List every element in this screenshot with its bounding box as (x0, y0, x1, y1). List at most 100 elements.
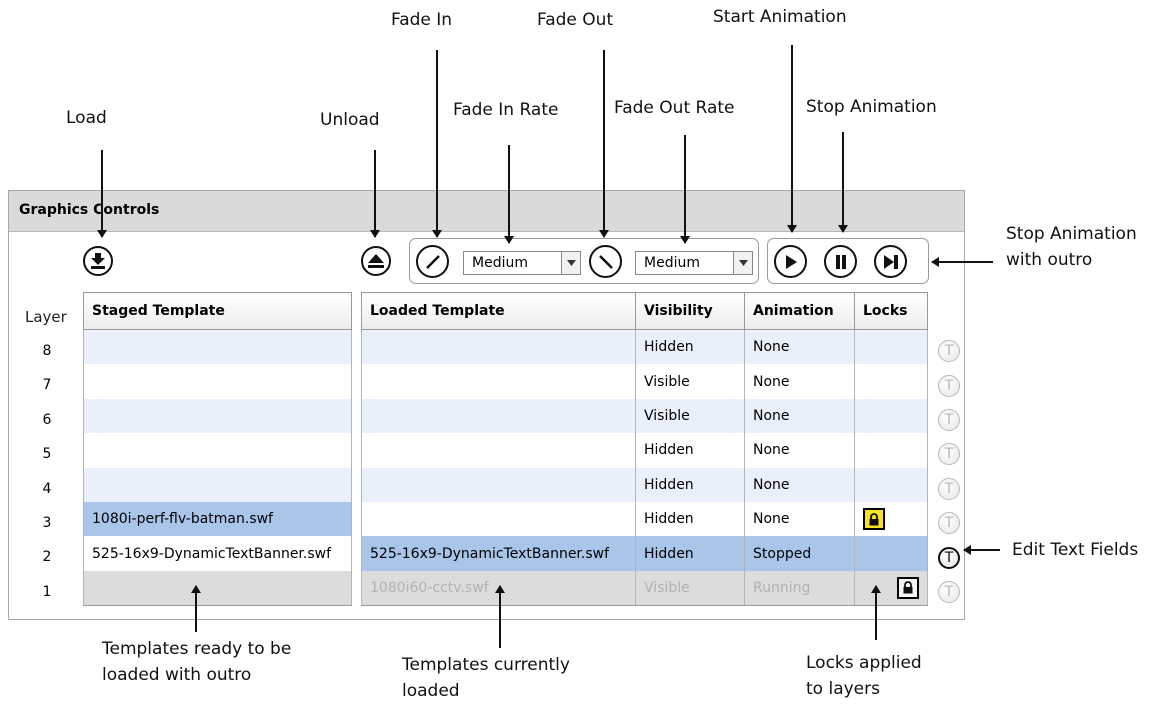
loaded-template-cell[interactable] (361, 433, 636, 468)
fade-in-icon (425, 254, 440, 269)
lock-icon[interactable] (863, 508, 885, 531)
animation-cell[interactable]: None (744, 433, 855, 468)
visibility-cell[interactable]: Visible (635, 398, 745, 434)
animation-cell[interactable]: None (744, 398, 855, 434)
staged-template-cell[interactable]: 1080i-perf-flv-batman.swf (83, 501, 352, 537)
table-row[interactable]: Hidden None (361, 329, 928, 365)
edit-text-fields-button[interactable]: T (937, 403, 961, 437)
fade-in-button[interactable] (416, 245, 449, 278)
animation-cell[interactable]: None (744, 364, 855, 399)
lock-icon[interactable] (897, 576, 919, 599)
callout-templates-loaded: Templates currently loaded (402, 652, 570, 704)
stop-animation-with-outro-button[interactable] (874, 245, 907, 278)
table-row[interactable]: 525-16x9-DynamicTextBanner.swf Hidden St… (361, 536, 928, 571)
stop-animation-button[interactable] (824, 245, 857, 278)
callout-fade-in-rate: Fade In Rate (453, 100, 559, 120)
table-row[interactable] (83, 364, 352, 399)
visibility-cell[interactable]: Hidden (635, 467, 745, 502)
loaded-template-cell[interactable] (361, 329, 636, 365)
staged-template-cell[interactable] (83, 398, 352, 434)
visibility-cell[interactable]: Hidden (635, 536, 745, 571)
table-row[interactable]: 1080i-perf-flv-batman.swf (83, 501, 352, 537)
locks-header[interactable]: Locks (854, 292, 928, 330)
staged-template-table: Staged Template 1080i-perf-flv-batman.sw… (83, 292, 352, 607)
loaded-template-cell[interactable] (361, 364, 636, 399)
locks-cell[interactable] (854, 501, 928, 537)
visibility-cell[interactable]: Hidden (635, 329, 745, 365)
load-button[interactable] (83, 246, 113, 276)
visibility-cell[interactable]: Visible (635, 364, 745, 399)
fade-in-rate-select[interactable]: Medium (463, 251, 581, 275)
table-row[interactable] (83, 398, 352, 434)
table-row[interactable] (83, 329, 352, 365)
table-row[interactable]: 1080i60-cctv.swf Visible Running (361, 570, 928, 607)
animation-cell[interactable]: Stopped (744, 536, 855, 571)
edit-text-fields-button[interactable]: T (937, 334, 961, 368)
callout-locks-line1: Locks applied (806, 653, 922, 673)
locks-cell[interactable] (854, 433, 928, 468)
edit-text-fields-button[interactable]: T (937, 368, 961, 402)
eject-icon (368, 254, 384, 268)
locks-cell[interactable] (854, 329, 928, 365)
callout-fade-out: Fade Out (537, 10, 614, 30)
fade-out-icon (598, 254, 613, 269)
staged-template-cell[interactable] (83, 364, 352, 399)
start-animation-button[interactable] (774, 245, 807, 278)
edit-text-fields-button[interactable]: T (937, 540, 961, 574)
chevron-down-icon[interactable] (733, 252, 752, 274)
table-row[interactable]: 525-16x9-DynamicTextBanner.swf (83, 536, 352, 571)
visibility-cell[interactable]: Visible (635, 570, 745, 607)
table-row[interactable]: Hidden None (361, 467, 928, 502)
staged-template-cell[interactable] (83, 467, 352, 502)
table-row[interactable]: Hidden None (361, 433, 928, 468)
callout-stop-with-outro: Stop Animation with outro (1006, 221, 1137, 273)
callout-fade-in: Fade In (391, 10, 453, 30)
animation-header[interactable]: Animation (744, 292, 855, 330)
edit-text-fields-button[interactable]: T (937, 575, 961, 609)
staged-template-cell[interactable] (83, 570, 352, 607)
visibility-header[interactable]: Visibility (635, 292, 745, 330)
unload-button[interactable] (361, 246, 391, 276)
loaded-template-cell[interactable]: 525-16x9-DynamicTextBanner.swf (361, 536, 636, 571)
staged-template-header[interactable]: Staged Template (83, 292, 352, 330)
callout-templates-loaded-line1: Templates currently (402, 655, 570, 675)
staged-template-cell[interactable] (83, 329, 352, 365)
callout-start-animation: Start Animation (713, 7, 847, 27)
callout-unload: Unload (320, 110, 380, 130)
locks-cell[interactable] (854, 536, 928, 571)
table-row[interactable] (83, 467, 352, 502)
fade-out-button[interactable] (589, 245, 622, 278)
table-row[interactable]: Hidden None (361, 501, 928, 537)
table-row[interactable] (83, 433, 352, 468)
loaded-template-cell[interactable] (361, 398, 636, 434)
graphics-controls-panel: Graphics Controls Medium Medium Layer 8 … (8, 190, 965, 620)
animation-cell[interactable]: None (744, 329, 855, 365)
chevron-down-icon[interactable] (561, 252, 580, 274)
visibility-cell[interactable]: Hidden (635, 433, 745, 468)
loaded-template-header[interactable]: Loaded Template (361, 292, 636, 330)
staged-template-cell[interactable] (83, 433, 352, 468)
loaded-template-cell[interactable] (361, 467, 636, 502)
table-row[interactable]: Visible None (361, 398, 928, 434)
layer-number: 1 (42, 583, 52, 600)
edit-text-fields-button[interactable]: T (937, 437, 961, 471)
animation-cell[interactable]: None (744, 467, 855, 502)
visibility-cell[interactable]: Hidden (635, 501, 745, 537)
locks-cell[interactable] (854, 467, 928, 502)
table-row[interactable] (83, 570, 352, 607)
locks-cell[interactable] (854, 364, 928, 399)
text-field-icon: T (938, 374, 960, 397)
table-row[interactable]: Visible None (361, 364, 928, 399)
staged-template-cell[interactable]: 525-16x9-DynamicTextBanner.swf (83, 536, 352, 571)
edit-text-fields-button[interactable]: T (937, 472, 961, 506)
callout-locks: Locks applied to layers (806, 650, 922, 702)
locks-cell[interactable] (854, 570, 928, 607)
animation-cell[interactable]: Running (744, 570, 855, 607)
animation-cell[interactable]: None (744, 501, 855, 537)
fade-out-rate-select[interactable]: Medium (635, 251, 753, 275)
locks-cell[interactable] (854, 398, 928, 434)
loaded-template-cell[interactable] (361, 501, 636, 537)
edit-text-buttons-column: T T T T T T T T (937, 334, 961, 609)
edit-text-fields-button[interactable]: T (937, 506, 961, 540)
loaded-template-cell[interactable]: 1080i60-cctv.swf (361, 570, 636, 607)
